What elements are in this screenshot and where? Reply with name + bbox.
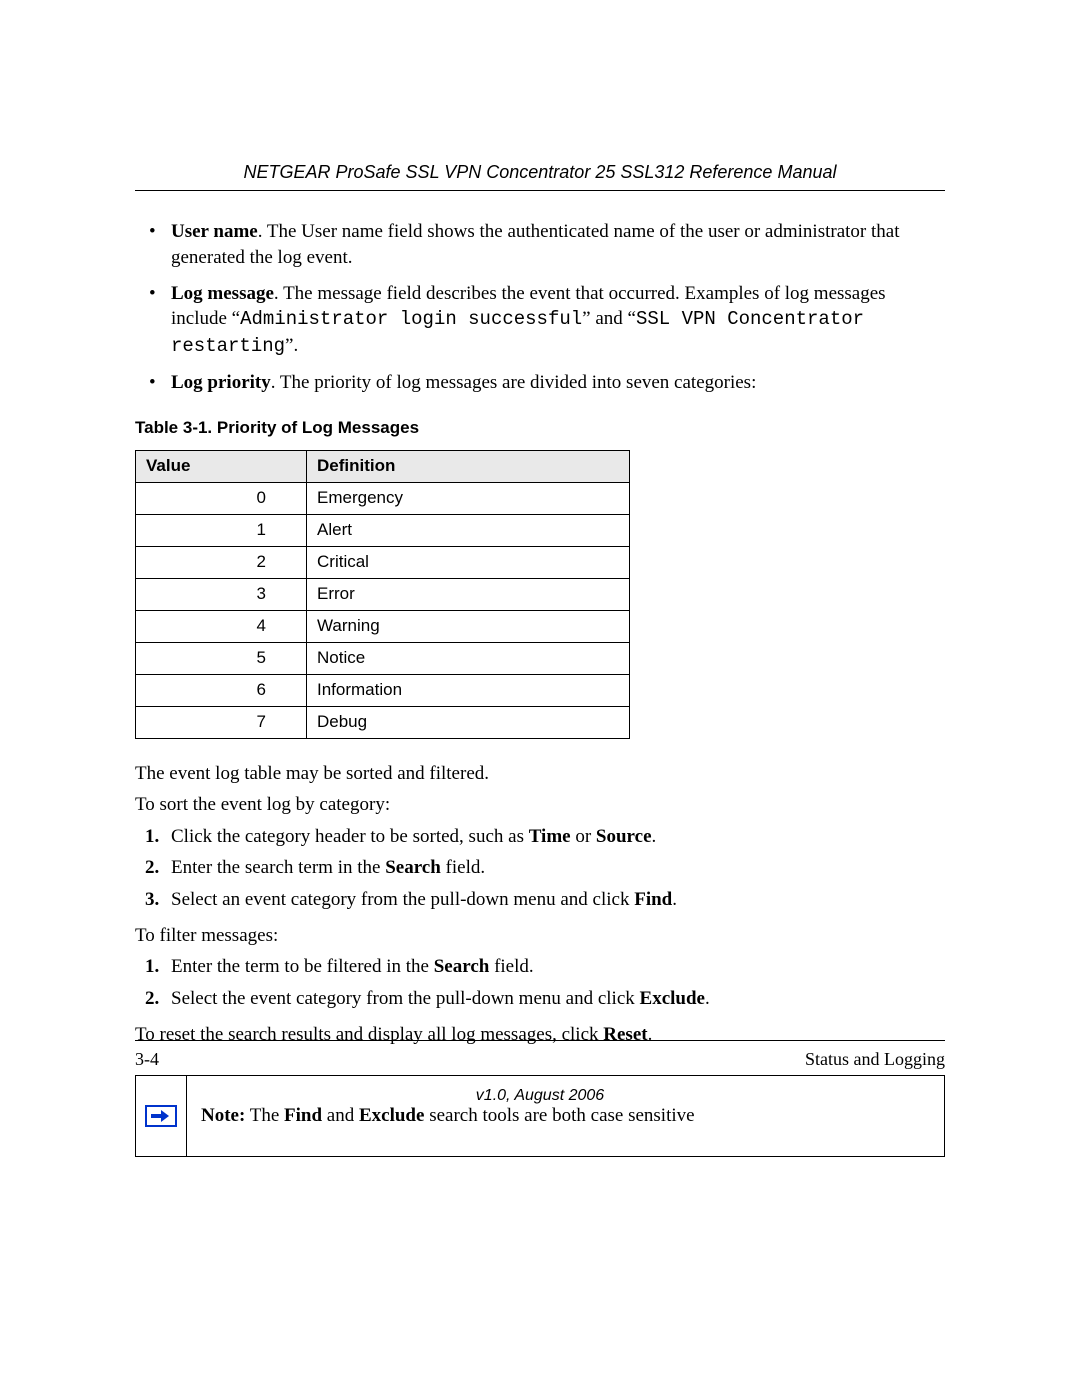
bullet-logpriority: Log priority. The priority of log messag… xyxy=(135,370,945,396)
bullet-username: User name. The User name field shows the… xyxy=(135,219,945,270)
txt: Enter the search term in the xyxy=(171,857,385,878)
txt: . xyxy=(672,889,677,910)
cell-def: Notice xyxy=(307,642,630,674)
txt: Enter the term to be filtered in the xyxy=(171,956,434,977)
lm-mid: ” and “ xyxy=(582,308,636,329)
th-definition: Definition xyxy=(307,451,630,483)
cell-def: Alert xyxy=(307,514,630,546)
txt: The xyxy=(245,1105,284,1126)
bullet-logmessage-label: Log message xyxy=(171,283,274,304)
para-sort-intro: To sort the event log by category: xyxy=(135,792,945,818)
lm-after: ”. xyxy=(285,335,298,356)
bullet-logpriority-label: Log priority xyxy=(171,372,271,393)
sort-steps: Click the category header to be sorted, … xyxy=(135,824,945,913)
list-item: Click the category header to be sorted, … xyxy=(135,824,945,850)
txt: field. xyxy=(489,956,533,977)
b: Search xyxy=(434,956,490,977)
list-item: Select the event category from the pull-… xyxy=(135,986,945,1012)
cell-def: Emergency xyxy=(307,483,630,515)
txt: Select an event category from the pull-d… xyxy=(171,889,634,910)
table-row: 5Notice xyxy=(136,642,630,674)
list-item: Enter the search term in the Search fiel… xyxy=(135,855,945,881)
page-number: 3-4 xyxy=(135,1047,159,1071)
th-value: Value xyxy=(136,451,307,483)
table-row: 4Warning xyxy=(136,610,630,642)
txt: . xyxy=(705,988,710,1009)
arrow-icon xyxy=(145,1105,177,1127)
txt: Select the event category from the pull-… xyxy=(171,988,640,1009)
txt: Click the category header to be sorted, … xyxy=(171,826,529,847)
para-filter-intro: To filter messages: xyxy=(135,923,945,949)
list-item: Enter the term to be filtered in the Sea… xyxy=(135,954,945,980)
list-item: Select an event category from the pull-d… xyxy=(135,887,945,913)
b: Search xyxy=(385,857,441,878)
para-sorted-filtered: The event log table may be sorted and fi… xyxy=(135,761,945,787)
bullet-logmessage: Log message. The message field describes… xyxy=(135,281,945,360)
doc-version: v1.0, August 2006 xyxy=(135,1085,945,1107)
cell-value: 1 xyxy=(136,514,307,546)
table-row: 3Error xyxy=(136,578,630,610)
table-row: 6Information xyxy=(136,674,630,706)
txt: search tools are both case sensitive xyxy=(424,1105,694,1126)
note-label: Note: xyxy=(201,1105,245,1126)
table-header-row: Value Definition xyxy=(136,451,630,483)
cell-value: 7 xyxy=(136,706,307,738)
footer-rule xyxy=(135,1040,945,1041)
cell-def: Information xyxy=(307,674,630,706)
table-row: 0Emergency xyxy=(136,483,630,515)
footer: 3-4 Status and Logging v1.0, August 2006 xyxy=(135,1040,945,1107)
cell-value: 2 xyxy=(136,546,307,578)
b: Exclude xyxy=(640,988,705,1009)
cell-def: Debug xyxy=(307,706,630,738)
table-row: 7Debug xyxy=(136,706,630,738)
cell-def: Critical xyxy=(307,546,630,578)
b: Find xyxy=(284,1105,322,1126)
b: Time xyxy=(529,826,571,847)
cell-value: 3 xyxy=(136,578,307,610)
txt: . xyxy=(652,826,657,847)
filter-steps: Enter the term to be filtered in the Sea… xyxy=(135,954,945,1011)
txt: or xyxy=(571,826,596,847)
b: Exclude xyxy=(359,1105,424,1126)
txt: and xyxy=(322,1105,359,1126)
b: Source xyxy=(596,826,652,847)
bullet-logpriority-text: . The priority of log messages are divid… xyxy=(271,372,757,393)
table-row: 2Critical xyxy=(136,546,630,578)
bullet-username-label: User name xyxy=(171,221,258,242)
cell-def: Warning xyxy=(307,610,630,642)
header-rule xyxy=(135,190,945,191)
section-title: Status and Logging xyxy=(805,1047,945,1071)
cell-def: Error xyxy=(307,578,630,610)
cell-value: 0 xyxy=(136,483,307,515)
bullet-list: User name. The User name field shows the… xyxy=(135,219,945,395)
bullet-username-text: . The User name field shows the authenti… xyxy=(171,221,899,268)
table-caption: Table 3-1. Priority of Log Messages xyxy=(135,417,945,440)
manual-title: NETGEAR ProSafe SSL VPN Concentrator 25 … xyxy=(135,160,945,184)
b: Find xyxy=(634,889,672,910)
cell-value: 4 xyxy=(136,610,307,642)
cell-value: 6 xyxy=(136,674,307,706)
cell-value: 5 xyxy=(136,642,307,674)
lm-code1: Administrator login successful xyxy=(240,308,582,330)
priority-table: Value Definition 0Emergency 1Alert 2Crit… xyxy=(135,450,630,738)
table-row: 1Alert xyxy=(136,514,630,546)
txt: field. xyxy=(441,857,485,878)
